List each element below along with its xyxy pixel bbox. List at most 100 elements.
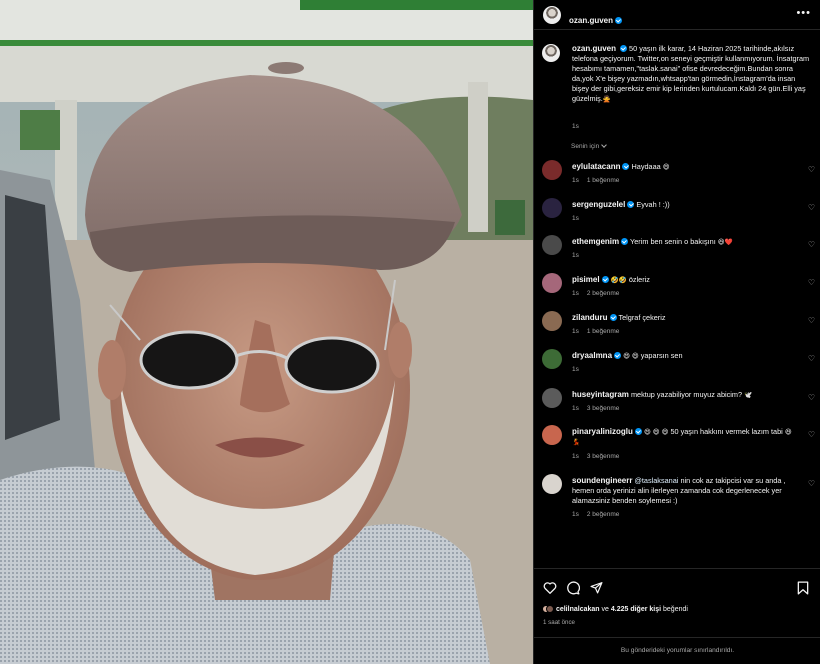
post-photo[interactable] xyxy=(0,0,533,664)
comment-mention-link[interactable]: @taslaksanai xyxy=(634,476,678,485)
caption-username[interactable]: ozan.guven xyxy=(572,44,616,53)
comment-time: 1s xyxy=(572,366,579,373)
commenter-avatar[interactable] xyxy=(542,474,562,494)
comment-time: 1s xyxy=(572,328,579,335)
comment-text: pinaryalinizoglu 😄 😄 😄 50 yaşın hakkını … xyxy=(572,427,798,447)
author-avatar[interactable] xyxy=(543,6,561,24)
comment-body: Yerim ben senin o bakışını xyxy=(630,237,716,246)
comment-meta: 1s 3 beğenme xyxy=(572,405,627,412)
comment-heart-icon[interactable]: ♡ xyxy=(808,204,815,212)
comment-heart-icon[interactable]: ♡ xyxy=(808,480,815,488)
comment-time: 1s xyxy=(572,511,579,518)
comment-meta: 1s 1 beğenme xyxy=(572,328,627,335)
comment-icon[interactable] xyxy=(566,581,580,595)
likes-suffix: beğendi xyxy=(663,606,688,613)
verified-badge-icon xyxy=(609,314,617,321)
caption-emoji: 🙅 xyxy=(602,95,611,104)
likes-summary[interactable]: celilnalcakan ve 4.225 diğer kişi beğend… xyxy=(542,605,688,613)
comment-item: dryaalmna 😄 😄 yaparsın sen 1s ♡ xyxy=(542,349,818,381)
comment-heart-icon[interactable]: ♡ xyxy=(808,166,815,174)
comment-body: yaparsın sen xyxy=(640,351,683,360)
liker-username[interactable]: celilnalcakan xyxy=(556,606,600,613)
caption-avatar[interactable] xyxy=(542,44,560,62)
commenter-username[interactable]: pinaryalinizoglu xyxy=(572,427,633,436)
commenter-avatar[interactable] xyxy=(542,273,562,293)
comment-item: soundengineerr @taslaksanai nin cok az t… xyxy=(542,474,818,524)
comment-like-count[interactable]: 3 beğenme xyxy=(587,453,620,460)
commenter-username[interactable]: soundengineerr xyxy=(572,476,632,485)
commenter-avatar[interactable] xyxy=(542,235,562,255)
comment-emoji: 🕊️ xyxy=(744,391,753,399)
heart-icon[interactable] xyxy=(543,581,557,594)
comment-text: soundengineerr @taslaksanai nin cok az t… xyxy=(572,476,798,506)
comment-item: ethemgenim Yerim ben senin o bakışını 😆❤… xyxy=(542,235,818,267)
comment-meta: 1s 3 beğenme xyxy=(572,453,627,460)
comment-meta: 1s 1 beğenme xyxy=(572,177,627,184)
author-name-row: ozan.guven xyxy=(569,10,623,28)
comment-like-count[interactable]: 2 beğenme xyxy=(587,290,620,297)
comment-time: 1s xyxy=(572,405,579,412)
comment-like-count[interactable]: 1 beğenme xyxy=(587,328,620,335)
comment-heart-icon[interactable]: ♡ xyxy=(808,355,815,363)
comment-heart-icon[interactable]: ♡ xyxy=(808,317,815,325)
comment-time: 1s xyxy=(572,453,579,460)
post-header: ozan.guven ••• xyxy=(534,0,820,30)
verified-badge-icon xyxy=(627,201,635,208)
comment-text: huseyintagram mektup yazabiliyor muyuz a… xyxy=(572,390,798,400)
liker-avatar xyxy=(546,605,554,613)
commenter-avatar[interactable] xyxy=(542,311,562,331)
comment-body: Telgraf çekeriz xyxy=(618,313,666,322)
commenter-avatar[interactable] xyxy=(542,160,562,180)
likes-count[interactable]: 4.225 diğer kişi xyxy=(611,606,661,613)
comment-emoji: 🤣🤣 xyxy=(610,276,627,284)
commenter-username[interactable]: huseyintagram xyxy=(572,390,629,399)
commenter-avatar[interactable] xyxy=(542,198,562,218)
comment-heart-icon[interactable]: ♡ xyxy=(808,279,815,287)
comment-meta: 1s xyxy=(572,215,587,222)
commenter-username[interactable]: pisimel xyxy=(572,275,600,284)
author-username[interactable]: ozan.guven xyxy=(569,16,613,25)
commenter-username[interactable]: ethemgenim xyxy=(572,237,619,246)
commenter-avatar[interactable] xyxy=(542,349,562,369)
bookmark-icon[interactable] xyxy=(797,581,809,595)
comment-emoji: 😄 😄 xyxy=(623,352,639,360)
selfie-illustration xyxy=(0,0,533,664)
verified-badge-icon xyxy=(621,238,629,245)
comment-like-count[interactable]: 2 beğenme xyxy=(587,511,620,518)
comment-item: eylulatacann Haydaaa 😄 1s 1 beğenme ♡ xyxy=(542,160,818,192)
comment-heart-icon[interactable]: ♡ xyxy=(808,241,815,249)
comment-item: pisimel 🤣🤣 özleriz 1s 2 beğenme ♡ xyxy=(542,273,818,305)
post-timestamp[interactable]: 1 saat önce xyxy=(543,619,575,626)
post-footer: celilnalcakan ve 4.225 diğer kişi beğend… xyxy=(534,568,820,664)
comment-sort-dropdown[interactable]: Senin için xyxy=(571,142,608,150)
verified-badge-icon xyxy=(614,352,622,359)
comment-body: özleriz xyxy=(628,275,650,284)
comment-meta: 1s 2 beğenme xyxy=(572,290,627,297)
comment-heart-icon[interactable]: ♡ xyxy=(808,431,815,439)
commenter-avatar[interactable] xyxy=(542,425,562,445)
comments-limited-notice: Bu gönderideki yorumlar sınırlandırıldı. xyxy=(534,637,820,664)
comment-item: huseyintagram mektup yazabiliyor muyuz a… xyxy=(542,388,818,420)
comment-item: zilanduru Telgraf çekeriz 1s 1 beğenme ♡ xyxy=(542,311,818,343)
caption-text: ozan.guven 50 yaşın ilk karar, 14 Hazira… xyxy=(572,44,812,105)
share-icon[interactable] xyxy=(590,581,603,594)
commenter-username[interactable]: dryaalmna xyxy=(572,351,612,360)
comment-time: 1s xyxy=(572,215,579,222)
more-options-icon[interactable]: ••• xyxy=(796,8,811,19)
comment-text: dryaalmna 😄 😄 yaparsın sen xyxy=(572,351,798,361)
comment-like-count[interactable]: 1 beğenme xyxy=(587,177,620,184)
comment-body: 50 yaşın hakkını vermek lazım tabi xyxy=(670,427,783,436)
comment-text: eylulatacann Haydaaa 😄 xyxy=(572,162,798,172)
commenter-username[interactable]: sergenguzelel xyxy=(572,200,625,209)
comment-meta: 1s xyxy=(572,366,587,373)
verified-badge-icon xyxy=(620,45,628,52)
comment-text: sergenguzelel Eyvah ! :)) xyxy=(572,200,798,210)
chevron-down-icon xyxy=(601,142,608,148)
commenter-username[interactable]: zilanduru xyxy=(572,313,608,322)
comment-time: 1s xyxy=(572,252,579,259)
comment-heart-icon[interactable]: ♡ xyxy=(808,394,815,402)
comment-text: ethemgenim Yerim ben senin o bakışını 😆❤… xyxy=(572,237,798,247)
commenter-avatar[interactable] xyxy=(542,388,562,408)
commenter-username[interactable]: eylulatacann xyxy=(572,162,620,171)
comment-like-count[interactable]: 3 beğenme xyxy=(587,405,620,412)
